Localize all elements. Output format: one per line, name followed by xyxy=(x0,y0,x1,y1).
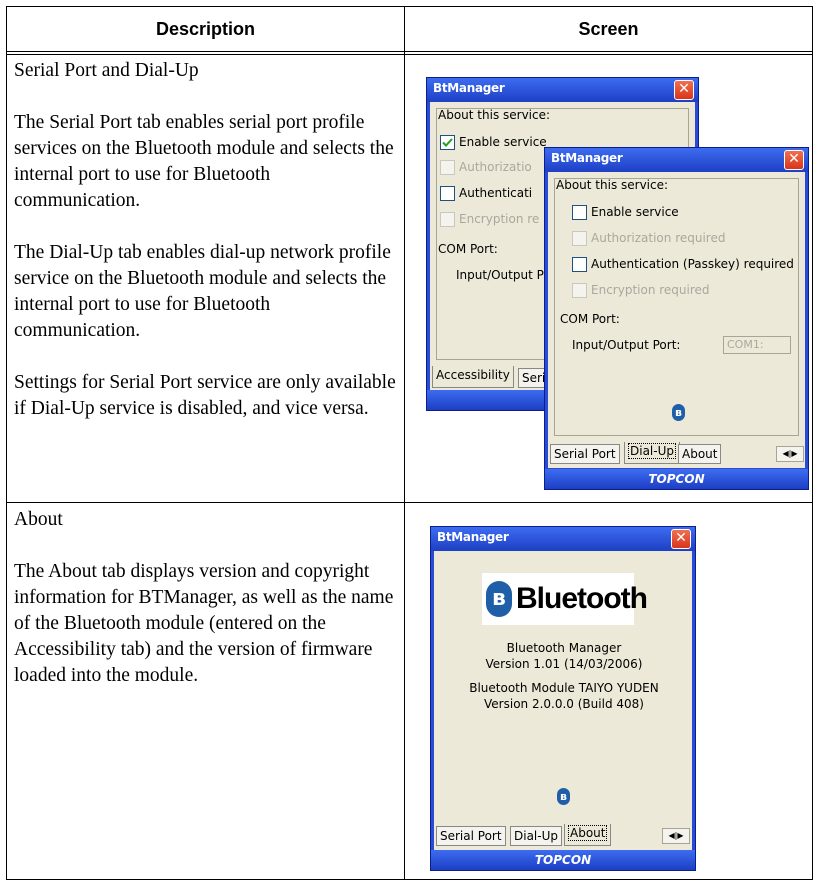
manager-name: Bluetooth Manager xyxy=(506,641,622,655)
btmanager-window-about: BtManager ✕ ʙ Bluetooth Bluetooth Manage… xyxy=(430,526,696,871)
about-service-label: About this service: xyxy=(438,108,551,122)
title-bar: BtManager ✕ xyxy=(427,78,698,102)
tab-dial-up[interactable]: Dial-Up xyxy=(510,826,562,846)
header-screen: Screen xyxy=(578,19,639,39)
tab-label: Serial Port xyxy=(440,829,502,843)
authentication-checkbox[interactable] xyxy=(572,257,587,272)
title-bar: BtManager ✕ xyxy=(431,527,695,551)
authorization-label: Authorization required xyxy=(591,231,726,245)
checkmark-icon xyxy=(442,138,453,147)
tab-serial-port[interactable]: Serial Port xyxy=(436,826,506,846)
scroll-left-icon[interactable]: ◀ xyxy=(782,449,788,458)
scroll-right-icon[interactable]: ▶ xyxy=(791,449,797,458)
brand-text: TOPCON xyxy=(534,853,592,867)
window-title: BtManager xyxy=(433,81,505,95)
authorization-label: Authorizatio xyxy=(459,160,532,174)
io-port-label: Input/Output P xyxy=(456,268,544,282)
encryption-label: Encryption required xyxy=(591,283,710,297)
window-title: BtManager xyxy=(551,151,623,165)
encryption-label: Encryption re xyxy=(459,212,540,226)
com-port-label: COM Port: xyxy=(560,312,620,326)
tab-strip: Serial Port Dial-Up About ◀|▶ xyxy=(434,824,692,850)
tab-serial-port[interactable]: Serial Port xyxy=(550,444,620,464)
footer-brand: TOPCON xyxy=(431,850,695,870)
dialog-client: About this service: Enable service Autho… xyxy=(548,172,805,442)
tab-label: Seri xyxy=(522,371,546,385)
io-port-label: Input/Output Port: xyxy=(572,338,681,352)
scroll-left-icon[interactable]: ◀ xyxy=(668,831,674,840)
bluetooth-icon: ʙ xyxy=(486,581,512,617)
authentication-checkbox[interactable] xyxy=(440,186,455,201)
bluetooth-icon: ʙ xyxy=(672,404,685,421)
row-title: Serial Port and Dial-Up xyxy=(14,60,199,81)
enable-service-label: Enable service xyxy=(591,205,679,219)
tab-about[interactable]: About xyxy=(678,444,722,464)
btmanager-window-dialup: BtManager ✕ About this service: Enable s… xyxy=(544,147,809,490)
encryption-checkbox[interactable] xyxy=(572,283,587,298)
table-header: Description Screen xyxy=(7,7,812,52)
paragraph: The About tab displays version and copyr… xyxy=(14,561,394,686)
close-icon[interactable]: ✕ xyxy=(671,529,691,549)
tab-about[interactable]: About xyxy=(564,824,612,846)
about-service-label: About this service: xyxy=(556,178,669,192)
manager-version: Version 1.01 (14/03/2006) xyxy=(485,657,643,671)
paragraph: The Dial-Up tab enables dial-up network … xyxy=(14,242,391,341)
enable-service-checkbox[interactable] xyxy=(572,205,587,220)
tab-label: Dial-Up xyxy=(628,443,676,459)
row-about-text: About The About tab displays version and… xyxy=(14,507,400,689)
enable-service-checkbox[interactable] xyxy=(440,135,455,150)
close-icon[interactable]: ✕ xyxy=(674,80,694,100)
tab-label: Dial-Up xyxy=(514,829,558,843)
logo-wordmark: Bluetooth xyxy=(516,582,648,615)
window-title: BtManager xyxy=(437,530,509,544)
bluetooth-logo: ʙ Bluetooth xyxy=(482,573,648,625)
module-name: Bluetooth Module TAIYO YUDEN xyxy=(469,681,659,695)
tab-scroll-arrows[interactable]: ◀|▶ xyxy=(662,828,690,844)
tab-label: Serial Port xyxy=(554,447,616,461)
authentication-label: Authenticati xyxy=(459,186,533,200)
close-icon[interactable]: ✕ xyxy=(784,150,804,170)
tab-label: Accessibility xyxy=(436,368,510,382)
paragraph: The Serial Port tab enables serial port … xyxy=(14,112,394,211)
enable-service-label: Enable service xyxy=(459,135,547,149)
tab-label: About xyxy=(568,825,608,841)
io-port-select[interactable]: COM1: xyxy=(723,336,791,354)
row-serial-dialup-text: Serial Port and Dial-Up The Serial Port … xyxy=(14,58,400,422)
bluetooth-icon: ʙ xyxy=(557,788,570,805)
paragraph: Settings for Serial Port service are onl… xyxy=(14,372,396,419)
module-version: Version 2.0.0.0 (Build 408) xyxy=(484,697,644,711)
column-divider xyxy=(404,7,405,879)
scroll-right-icon[interactable]: ▶ xyxy=(677,831,683,840)
tab-label: About xyxy=(682,447,718,461)
tab-scroll-arrows[interactable]: ◀|▶ xyxy=(776,446,804,462)
authorization-checkbox[interactable] xyxy=(440,160,455,175)
tab-strip: Serial Port Dial-Up About ◀|▶ xyxy=(548,442,805,468)
description-table: Description Screen Serial Port and Dial-… xyxy=(6,6,813,880)
com-port-label: COM Port: xyxy=(438,242,498,256)
row-divider xyxy=(7,502,812,503)
tab-dial-up[interactable]: Dial-Up xyxy=(624,442,680,464)
title-bar: BtManager ✕ xyxy=(545,148,808,172)
footer-brand: TOPCON xyxy=(545,469,808,489)
authorization-checkbox[interactable] xyxy=(572,231,587,246)
header-description: Description xyxy=(155,19,256,39)
authentication-label: Authentication (Passkey) required xyxy=(591,257,794,271)
tab-accessibility[interactable]: Accessibility xyxy=(432,366,514,388)
encryption-checkbox[interactable] xyxy=(440,212,455,227)
row-title: About xyxy=(14,509,63,530)
header-double-rule xyxy=(7,54,812,55)
brand-text: TOPCON xyxy=(648,472,705,486)
dialog-client: ʙ Bluetooth Bluetooth Manager Version 1.… xyxy=(434,551,692,824)
